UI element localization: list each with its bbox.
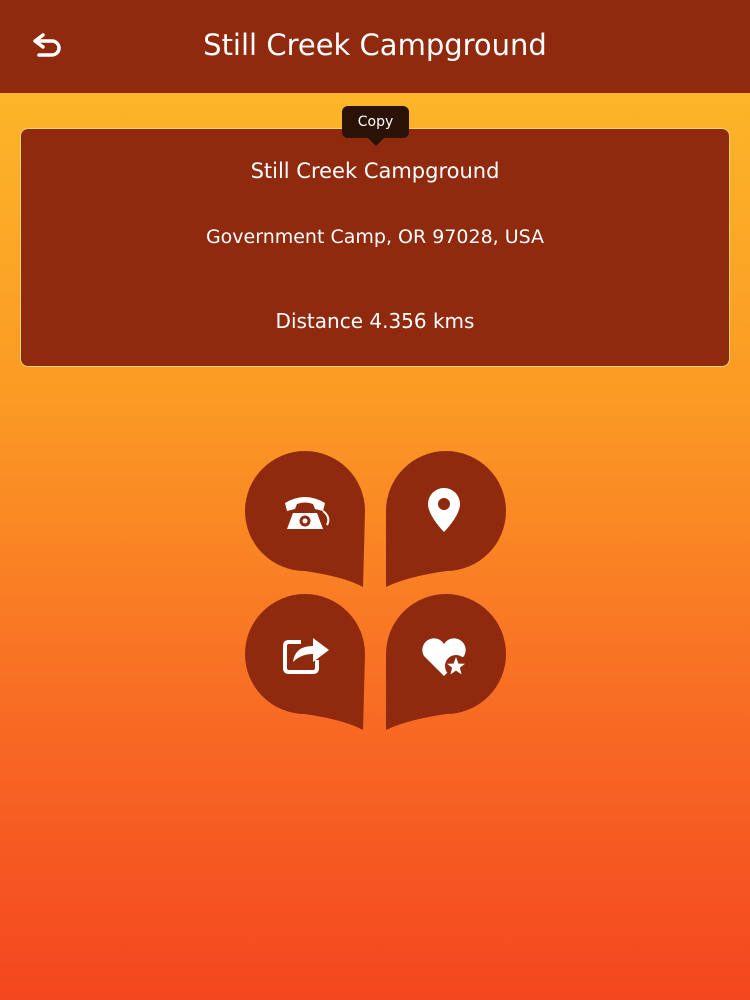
favorite-button[interactable] bbox=[384, 594, 506, 734]
call-button[interactable] bbox=[245, 451, 367, 591]
place-distance: Distance 4.356 kms bbox=[275, 309, 475, 333]
location-button[interactable] bbox=[384, 451, 506, 591]
place-name: Still Creek Campground bbox=[250, 159, 500, 183]
page-title: Still Creek Campground bbox=[203, 28, 547, 62]
share-button[interactable] bbox=[245, 594, 367, 734]
app-header: Still Creek Campground bbox=[0, 0, 750, 93]
place-address: Government Camp, OR 97028, USA bbox=[205, 226, 545, 248]
copy-tooltip[interactable]: Copy bbox=[342, 106, 409, 146]
place-info-card[interactable]: Still Creek Campground Government Camp, … bbox=[20, 128, 730, 367]
